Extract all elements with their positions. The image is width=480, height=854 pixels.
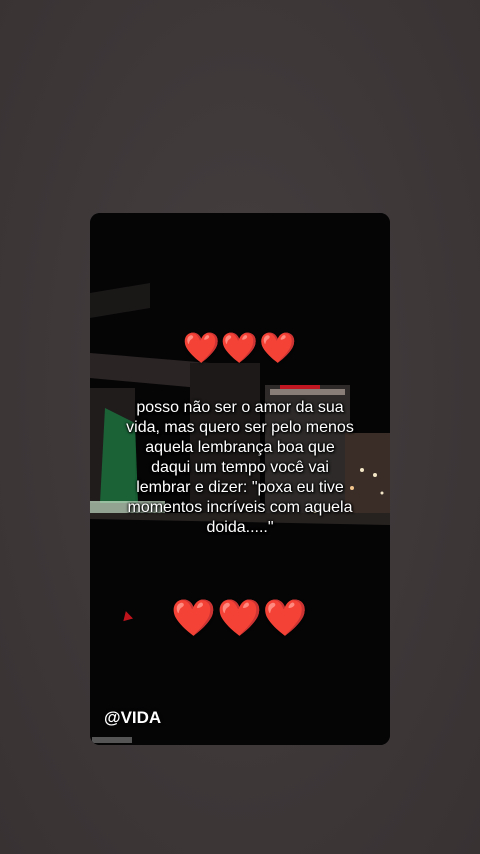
account-handle[interactable]: @VIDA (104, 708, 161, 728)
story-card[interactable]: ❤️❤️❤️ posso não ser o amor da sua vida,… (90, 213, 390, 745)
app-screen: ❤️❤️❤️ posso não ser o amor da sua vida,… (0, 0, 480, 854)
hearts-top: ❤️❤️❤️ (182, 332, 298, 365)
hearts-bottom: ❤️❤️❤️ (171, 597, 309, 638)
story-message: posso não ser o amor da sua vida, mas qu… (126, 399, 354, 536)
